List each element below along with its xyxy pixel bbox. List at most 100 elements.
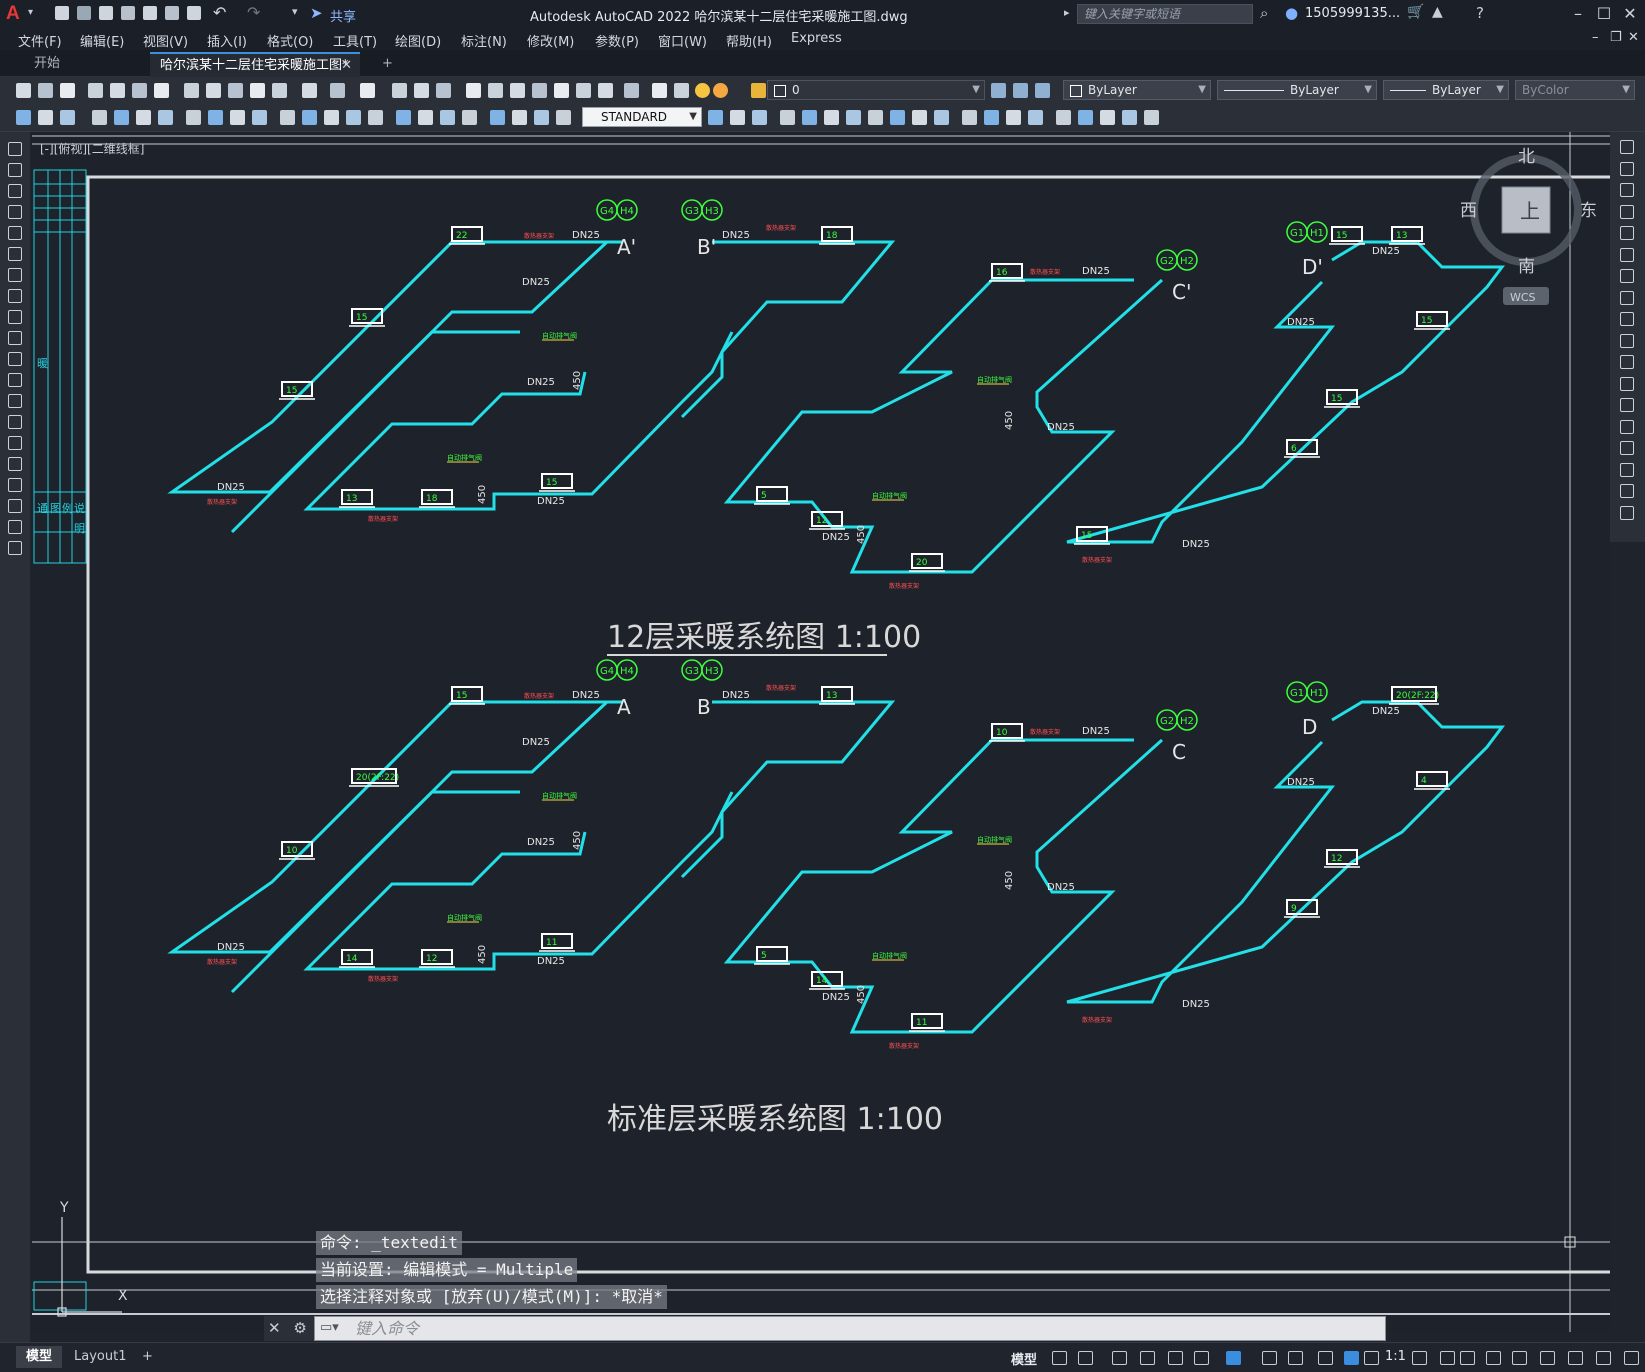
menu-edit[interactable]: 编辑(E)	[80, 31, 124, 50]
doc-minimize-icon[interactable]: –	[1592, 30, 1599, 45]
ortho-icon[interactable]	[1112, 1351, 1127, 1365]
tool-palette-icon[interactable]	[510, 83, 525, 98]
layer-sun-icon[interactable]	[713, 83, 728, 98]
attdef-icon[interactable]	[1122, 110, 1137, 125]
rotate-icon[interactable]	[780, 110, 795, 125]
break-at-point-icon[interactable]	[1620, 376, 1634, 391]
baseline-icon[interactable]	[230, 110, 245, 125]
layer-isolate-icon[interactable]	[674, 83, 689, 98]
copy-icon[interactable]	[1620, 161, 1634, 176]
dim-angular-icon[interactable]	[186, 110, 201, 125]
continue-icon[interactable]	[252, 110, 267, 125]
copy-icon[interactable]	[206, 83, 221, 98]
annotation-visibility-icon[interactable]	[1318, 1351, 1333, 1365]
line-icon[interactable]	[8, 142, 22, 156]
save-as-icon[interactable]	[121, 6, 135, 20]
annotation-scale-icon[interactable]	[1364, 1351, 1379, 1365]
3dprint-icon[interactable]	[154, 83, 169, 98]
redo-icon[interactable]	[330, 83, 345, 98]
tolerance-icon[interactable]	[324, 110, 339, 125]
tab-layout1[interactable]: Layout1	[64, 1346, 136, 1368]
block-icon[interactable]	[272, 83, 287, 98]
layer-icon[interactable]	[624, 83, 639, 98]
matchprop-icon[interactable]	[250, 83, 265, 98]
annotation-monitor-icon[interactable]	[1440, 1351, 1455, 1365]
circle-icon[interactable]	[8, 268, 22, 282]
dim-break-icon[interactable]	[302, 110, 317, 125]
mirror-icon[interactable]	[1620, 183, 1634, 197]
stretch-icon[interactable]	[824, 110, 839, 125]
xref-icon[interactable]	[1144, 110, 1159, 125]
dim-linear-icon[interactable]	[16, 110, 31, 125]
table-icon[interactable]	[8, 499, 22, 513]
menu-format[interactable]: 格式(O)	[267, 31, 313, 50]
layer-previous-icon[interactable]	[1035, 83, 1050, 98]
layer-properties-icon[interactable]	[991, 83, 1006, 98]
arc-icon[interactable]	[8, 247, 22, 261]
explode-icon[interactable]	[1620, 505, 1634, 520]
menu-insert[interactable]: 插入(I)	[207, 31, 247, 50]
blend-icon[interactable]	[984, 110, 999, 125]
paste-icon[interactable]	[228, 83, 243, 98]
auto-scale-icon[interactable]	[1344, 1351, 1359, 1365]
menu-draw[interactable]: 绘图(D)	[395, 31, 441, 50]
help-icon[interactable]	[598, 83, 613, 98]
layer-bulb-icon[interactable]	[695, 83, 710, 98]
polyline-icon[interactable]	[8, 184, 22, 198]
dim-space-icon[interactable]	[280, 110, 295, 125]
break-icon[interactable]	[1620, 398, 1634, 412]
layer-dropdown[interactable]: 0 ▼	[767, 80, 985, 100]
menu-dimension[interactable]: 标注(N)	[461, 31, 507, 50]
share-button[interactable]: 共享	[330, 6, 356, 25]
open-file-icon[interactable]	[77, 6, 91, 20]
extend-icon[interactable]	[868, 110, 883, 125]
help-icon[interactable]: ?	[1476, 4, 1484, 22]
redo-icon[interactable]: ↷	[247, 3, 260, 22]
jogged-linear-icon[interactable]	[396, 110, 411, 125]
doc-restore-icon[interactable]: ❐	[1610, 30, 1622, 45]
chamfer-icon[interactable]	[934, 110, 949, 125]
lineweight-dropdown[interactable]: ByLayer ▼	[1383, 80, 1509, 100]
new-tab-button[interactable]: +	[372, 52, 403, 75]
join-icon[interactable]	[912, 110, 927, 125]
units-icon[interactable]	[1460, 1351, 1475, 1365]
doc-close-icon[interactable]: ✕	[1628, 30, 1639, 45]
inspect-icon[interactable]	[368, 110, 383, 125]
undo-icon[interactable]: ↶	[213, 3, 226, 22]
trim-icon[interactable]	[1620, 333, 1634, 348]
mirror-icon[interactable]	[556, 110, 571, 125]
erase-icon[interactable]	[512, 110, 527, 125]
save-icon[interactable]	[60, 83, 75, 98]
user-account[interactable]: 1505999135...	[1305, 6, 1400, 21]
transparency-icon[interactable]	[1288, 1351, 1303, 1365]
gradient-icon[interactable]	[8, 457, 22, 471]
layer-state-icon[interactable]	[652, 83, 667, 98]
plot-icon[interactable]	[88, 83, 103, 98]
lineweight-icon[interactable]	[1262, 1351, 1277, 1365]
isolate-icon[interactable]	[1540, 1351, 1555, 1365]
block-insert-icon[interactable]	[1078, 110, 1093, 125]
quickcalc-icon[interactable]	[576, 83, 591, 98]
minimize-icon[interactable]: –	[1565, 3, 1591, 25]
isodraft-icon[interactable]	[1168, 1351, 1183, 1365]
dim-diameter-icon[interactable]	[158, 110, 173, 125]
move-icon[interactable]	[1620, 247, 1634, 262]
fillet-icon[interactable]	[1620, 462, 1634, 477]
zoom-realtime-icon[interactable]	[392, 83, 407, 98]
text-icon[interactable]	[1028, 110, 1043, 125]
markup-icon[interactable]	[554, 83, 569, 98]
chamfer-icon[interactable]	[1620, 441, 1634, 455]
ellipse-icon[interactable]	[8, 331, 22, 345]
center-mark-icon[interactable]	[346, 110, 361, 125]
search-input[interactable]: 键入关键字或短语	[1077, 4, 1253, 24]
extend-icon[interactable]	[1620, 355, 1634, 369]
dim-edit-icon[interactable]	[418, 110, 433, 125]
cut-icon[interactable]	[184, 83, 199, 98]
polygon-icon[interactable]	[8, 205, 22, 219]
array-icon[interactable]	[730, 110, 745, 125]
lock-ui-icon[interactable]	[1512, 1351, 1527, 1365]
menu-window[interactable]: 窗口(W)	[658, 31, 707, 50]
explode-icon[interactable]	[1006, 110, 1021, 125]
dim-update-icon[interactable]	[462, 110, 477, 125]
make-block-icon[interactable]	[8, 394, 22, 408]
